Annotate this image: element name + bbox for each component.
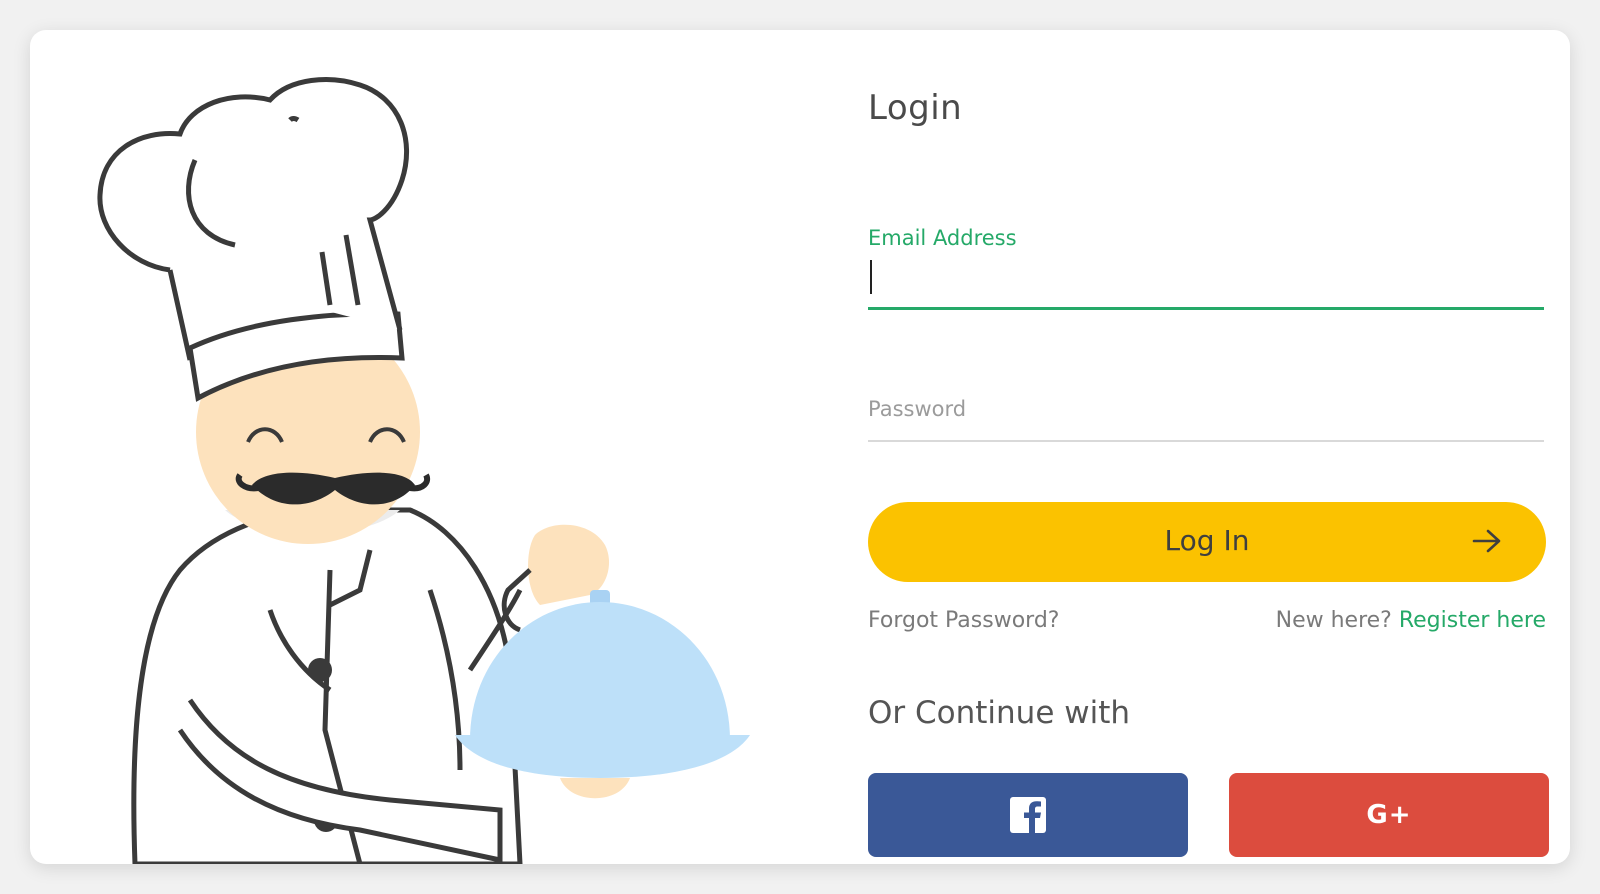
email-underline	[868, 307, 1544, 310]
email-label: Email Address	[868, 226, 1017, 250]
continue-with-heading: Or Continue with	[868, 695, 1131, 731]
register-link[interactable]: Register here	[1399, 608, 1546, 633]
google-plus-login-button[interactable]: G+	[1229, 773, 1549, 857]
facebook-login-button[interactable]	[868, 773, 1188, 857]
password-field[interactable]	[868, 385, 1544, 425]
register-prompt: New here?	[1275, 608, 1399, 633]
login-card: Login Email Address Password Log In Forg…	[30, 30, 1570, 864]
chef-illustration	[30, 30, 820, 864]
login-button-label: Log In	[1164, 524, 1250, 557]
password-underline	[868, 440, 1544, 442]
arrow-right-icon	[1472, 529, 1501, 553]
google-plus-icon: G+	[1366, 800, 1412, 830]
page-title: Login	[868, 88, 963, 128]
email-field-group: Email Address	[868, 200, 1544, 310]
password-field-group: Password	[868, 375, 1544, 445]
login-form: Login Email Address Password Log In Forg…	[868, 30, 1549, 864]
forgot-password-link[interactable]: Forgot Password?	[868, 608, 1059, 633]
login-button[interactable]: Log In	[868, 502, 1546, 582]
facebook-icon	[1010, 797, 1046, 833]
text-caret	[870, 260, 872, 294]
email-field[interactable]	[868, 260, 1544, 300]
register-line: New here? Register here	[1276, 608, 1546, 633]
